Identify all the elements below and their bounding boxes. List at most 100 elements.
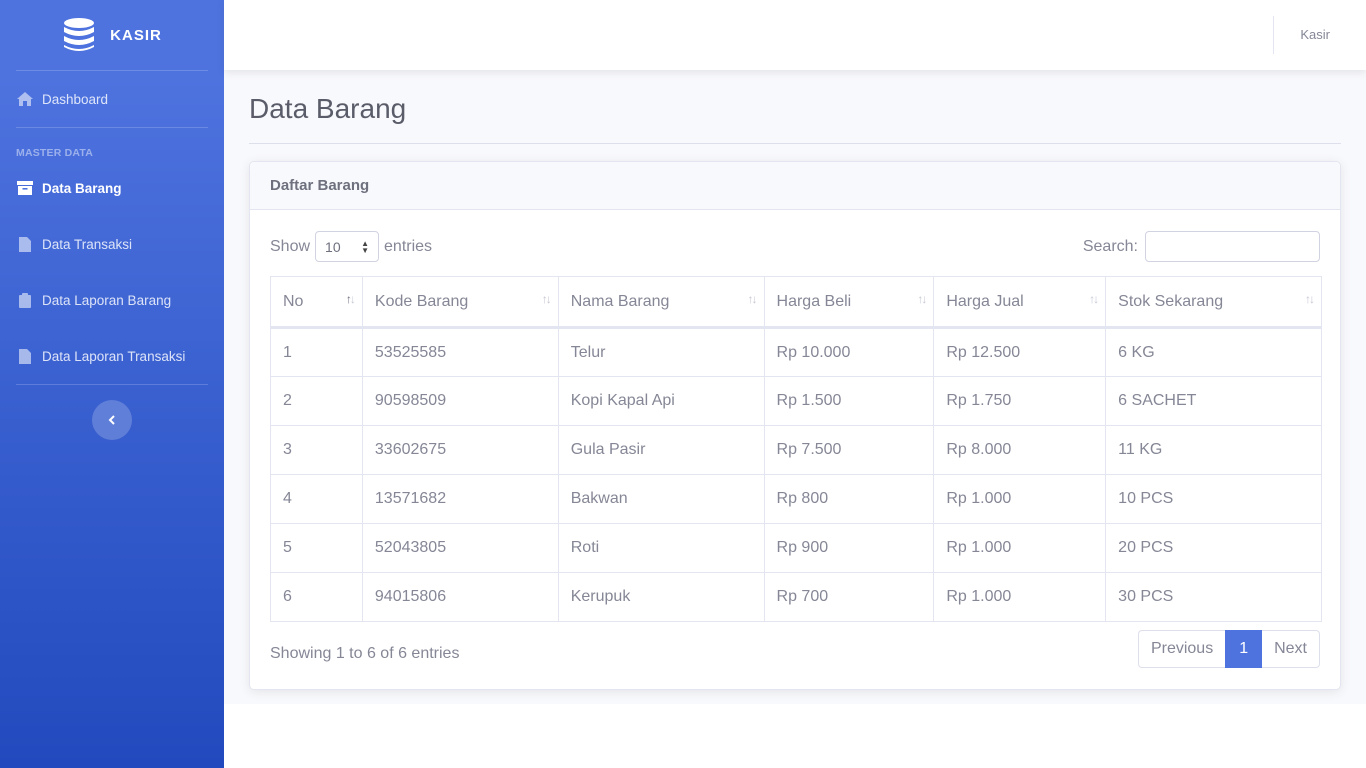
cell-stok-sekarang: 6 KG	[1105, 327, 1322, 377]
column-header-kode-barang[interactable]: Kode Barang ↑↓	[361, 276, 559, 329]
sidebar-brand[interactable]: KASIR	[0, 0, 224, 70]
sort-icon: ↑↓	[541, 292, 552, 306]
cell-harga-jual: Rp 12.500	[933, 327, 1107, 377]
cell-harga-jual: Rp 1.000	[933, 523, 1107, 573]
cell-stok-sekarang: 6 SACHET	[1105, 376, 1322, 426]
cell-harga-beli: Rp 1.500	[763, 376, 935, 426]
sidebar-heading: MASTER DATA	[16, 147, 94, 159]
cell-harga-jual: Rp 8.000	[933, 425, 1107, 475]
topbar-divider	[1273, 16, 1274, 54]
home-icon	[17, 91, 33, 107]
cell-no: 6	[270, 572, 363, 622]
chevron-left-icon	[108, 415, 115, 425]
table-row: 6 94015806 Kerupuk Rp 700 Rp 1.000 30 PC…	[270, 572, 1322, 622]
cell-stok-sekarang: 20 PCS	[1105, 523, 1322, 573]
cell-harga-beli: Rp 900	[763, 523, 935, 573]
user-menu[interactable]: Kasir	[1300, 27, 1330, 42]
pagination: Previous 1 Next	[1137, 630, 1320, 668]
cell-harga-beli: Rp 700	[763, 572, 935, 622]
sidebar-item-label: Data Transaksi	[42, 236, 133, 252]
cell-kode-barang: 53525585	[361, 327, 559, 377]
cell-nama-barang: Kerupuk	[557, 572, 765, 622]
sidebar-item-data-laporan-barang[interactable]: Data Laporan Barang	[0, 272, 224, 328]
cell-no: 2	[270, 376, 363, 426]
sort-icon: ↑↓	[917, 292, 927, 306]
data-card: Daftar Barang Show 10 ▲ ▼ entries Search:…	[249, 161, 1341, 690]
sort-icon: ↑↓	[747, 292, 758, 306]
cell-no: 5	[270, 523, 363, 573]
table-row: 4 13571682 Bakwan Rp 800 Rp 1.000 10 PCS	[270, 474, 1322, 524]
sidebar-item-data-transaksi[interactable]: Data Transaksi	[0, 216, 224, 272]
next-button[interactable]: Next	[1262, 630, 1320, 668]
column-header-nama-barang[interactable]: Nama Barang ↑↓	[557, 276, 765, 329]
column-header-harga-jual[interactable]: Harga Jual ↑↓	[933, 276, 1107, 329]
page-button-1[interactable]: 1	[1225, 630, 1263, 668]
table-row: 2 90598509 Kopi Kapal Api Rp 1.500 Rp 1.…	[270, 376, 1322, 426]
column-header-stok-sekarang[interactable]: Stok Sekarang ↑↓	[1105, 276, 1322, 329]
brand-name: KASIR	[110, 26, 162, 44]
show-label: Show	[270, 237, 311, 255]
card-header: Daftar Barang	[250, 162, 1340, 210]
previous-button[interactable]: Previous	[1137, 630, 1226, 668]
table-row: 3 33602675 Gula Pasir Rp 7.500 Rp 8.000 …	[270, 425, 1322, 475]
sort-asc-icon: ↑↓	[345, 292, 356, 306]
column-header-no[interactable]: No ↑↓	[270, 276, 363, 329]
file-icon	[17, 236, 33, 252]
cell-no: 4	[270, 474, 363, 524]
cell-nama-barang: Gula Pasir	[557, 425, 765, 475]
length-control: Show 10 ▲ ▼ entries	[270, 231, 432, 262]
sidebar-toggle-button[interactable]	[92, 400, 132, 440]
cell-nama-barang: Bakwan	[557, 474, 765, 524]
cell-harga-jual: Rp 1.000	[933, 572, 1107, 622]
page-length-value: 10	[325, 238, 341, 255]
search-control: Search:	[1083, 231, 1320, 262]
sidebar-item-label: Data Barang	[42, 180, 122, 196]
search-input[interactable]	[1145, 231, 1320, 262]
select-arrows-icon: ▲ ▼	[361, 238, 370, 255]
table-header-row: No ↑↓ Kode Barang ↑↓ Nama Barang ↑↓ Harga B…	[270, 276, 1322, 329]
cell-stok-sekarang: 30 PCS	[1105, 572, 1322, 622]
cell-kode-barang: 94015806	[361, 572, 559, 622]
cell-nama-barang: Roti	[557, 523, 765, 573]
sidebar: KASIR Dashboard MASTER DATA Data Barang …	[0, 0, 224, 768]
cell-stok-sekarang: 10 PCS	[1105, 474, 1322, 524]
cell-nama-barang: Telur	[557, 327, 765, 377]
page-title: Data Barang	[249, 93, 407, 124]
topbar: Kasir	[224, 0, 1366, 70]
cell-harga-jual: Rp 1.000	[933, 474, 1107, 524]
database-icon	[64, 18, 95, 51]
search-label: Search:	[1082, 237, 1138, 255]
cell-no: 3	[270, 425, 363, 475]
box-icon	[17, 180, 33, 196]
sidebar-item-dashboard[interactable]: Dashboard	[0, 71, 224, 127]
sidebar-item-data-barang[interactable]: Data Barang	[0, 160, 224, 216]
content-wrapper: Kasir Data Barang Daftar Barang Show 10 …	[224, 0, 1366, 704]
page-length-select[interactable]: 10 ▲ ▼	[315, 231, 380, 262]
sidebar-item-label: Dashboard	[42, 91, 109, 107]
sort-icon: ↑↓	[1305, 292, 1315, 306]
table-row: 5 52043805 Roti Rp 900 Rp 1.000 20 PCS	[270, 523, 1322, 573]
title-divider	[249, 143, 1341, 144]
cell-harga-beli: Rp 7.500	[763, 425, 935, 475]
cell-kode-barang: 33602675	[361, 425, 559, 475]
clipboard-icon	[17, 292, 33, 308]
cell-harga-beli: Rp 800	[763, 474, 935, 524]
file-icon	[17, 348, 33, 364]
data-table: No ↑↓ Kode Barang ↑↓ Nama Barang ↑↓ Harga B…	[270, 276, 1322, 622]
cell-stok-sekarang: 11 KG	[1105, 425, 1322, 475]
column-header-harga-beli[interactable]: Harga Beli ↑↓	[763, 276, 935, 329]
sort-icon: ↑↓	[1089, 292, 1099, 306]
cell-harga-jual: Rp 1.750	[933, 376, 1107, 426]
cell-nama-barang: Kopi Kapal Api	[557, 376, 765, 426]
cell-kode-barang: 52043805	[361, 523, 559, 573]
sidebar-item-label: Data Laporan Transaksi	[42, 348, 186, 364]
cell-kode-barang: 90598509	[361, 376, 559, 426]
sidebar-item-data-laporan-transaksi[interactable]: Data Laporan Transaksi	[0, 328, 224, 384]
table-row: 1 53525585 Telur Rp 10.000 Rp 12.500 6 K…	[270, 327, 1322, 377]
entries-label: entries	[384, 237, 433, 255]
cell-no: 1	[270, 327, 363, 377]
sidebar-item-label: Data Laporan Barang	[42, 292, 172, 308]
sidebar-divider	[16, 384, 208, 385]
table-info: Showing 1 to 6 of 6 entries	[270, 645, 460, 662]
cell-kode-barang: 13571682	[361, 474, 559, 524]
